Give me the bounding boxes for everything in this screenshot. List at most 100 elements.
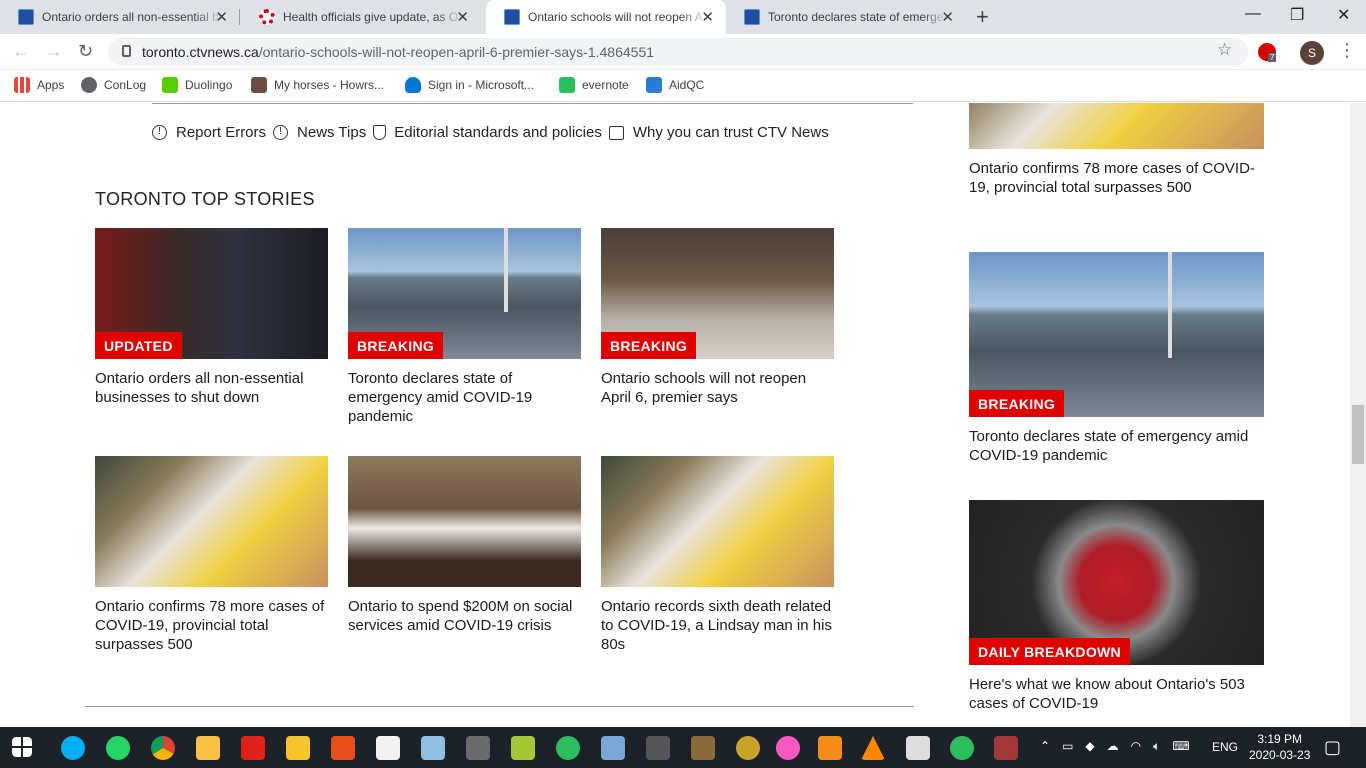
- close-icon[interactable]: ✕: [456, 8, 469, 26]
- sidebar-story[interactable]: DAILY BREAKDOWN Here's what we know abou…: [969, 500, 1264, 713]
- status-badge: BREAKING: [348, 332, 444, 359]
- bookmark-label: Sign in - Microsoft...: [428, 78, 535, 92]
- minimize-icon[interactable]: —: [1245, 5, 1261, 23]
- premier-desk-photo: [348, 456, 581, 587]
- scrollbar-thumb[interactable]: [1352, 405, 1364, 464]
- story-card[interactable]: Ontario records sixth death related to C…: [601, 456, 834, 654]
- inkscape-icon[interactable]: [646, 736, 670, 760]
- tab-2[interactable]: Ontario schools will not reopen A ✕: [486, 0, 726, 34]
- dropbox-icon[interactable]: ◆: [1085, 739, 1094, 754]
- bookmark-label: Apps: [37, 78, 65, 92]
- bookmark-duolingo[interactable]: Duolingo: [162, 77, 232, 93]
- bookmark-evernote[interactable]: evernote: [559, 77, 629, 93]
- evernote-icon[interactable]: [556, 736, 580, 760]
- clock[interactable]: 3:19 PM 2020-03-23: [1249, 731, 1310, 763]
- evernote-icon[interactable]: [950, 736, 974, 760]
- whatsapp-icon[interactable]: [106, 736, 130, 760]
- link-label: News Tips: [297, 124, 367, 141]
- tab-1[interactable]: Health officials give update, as O ✕: [241, 0, 481, 34]
- story-card[interactable]: Ontario confirms 78 more cases of COVID-…: [95, 456, 328, 654]
- bookmark-microsoft[interactable]: Sign in - Microsoft...: [405, 77, 534, 93]
- file-explorer-icon[interactable]: [196, 736, 220, 760]
- acrobat-icon[interactable]: [241, 736, 265, 760]
- toronto-skyline-photo: BREAKING: [969, 252, 1264, 417]
- ctv-news-icon: [744, 9, 760, 25]
- network-warning-icon[interactable]: ☁: [1107, 739, 1119, 754]
- keyboard-icon[interactable]: ⌨: [1172, 739, 1189, 754]
- close-icon[interactable]: ✕: [941, 8, 954, 26]
- close-window-icon[interactable]: ✕: [1337, 5, 1350, 25]
- story-card[interactable]: Ontario to spend $200M on social service…: [348, 456, 581, 635]
- apps-grid-icon: [14, 77, 30, 93]
- language-indicator[interactable]: ENG: [1212, 740, 1238, 754]
- bookmark-label: AidQC: [669, 78, 705, 92]
- footer-links: ! Report Errors ! News Tips Editorial st…: [152, 124, 836, 141]
- browser-toolbar: ← → ↻ toronto.ctvnews.ca/ontario-schools…: [0, 34, 1366, 70]
- reload-icon[interactable]: ↻: [78, 41, 93, 62]
- back-icon[interactable]: ←: [12, 41, 30, 62]
- pdf-tool-icon[interactable]: [286, 736, 310, 760]
- vlc-icon[interactable]: [861, 736, 885, 760]
- notes-icon[interactable]: [421, 736, 445, 760]
- cn-tower-shape: [1168, 252, 1172, 358]
- toronto-skyline-photo: BREAKING: [348, 228, 581, 359]
- media-icon[interactable]: [736, 736, 760, 760]
- app-icon[interactable]: [466, 736, 490, 760]
- empty-classroom-photo: BREAKING: [601, 228, 834, 359]
- new-tab-button[interactable]: +: [976, 4, 989, 30]
- chevron-up-icon[interactable]: ⌃: [1040, 739, 1050, 754]
- notification-icon[interactable]: ▢: [1324, 737, 1341, 758]
- volume-icon[interactable]: 🔈︎: [1153, 739, 1160, 754]
- bookmark-star-icon[interactable]: ☆: [1217, 40, 1232, 60]
- video-player-icon[interactable]: [818, 736, 842, 760]
- tab-0[interactable]: Ontario orders all non-essential b ✕: [0, 0, 240, 34]
- tab-separator: [239, 9, 240, 25]
- shield-check-icon: [373, 125, 387, 140]
- story-title: Toronto declares state of emergency amid…: [348, 370, 533, 425]
- wifi-icon[interactable]: ◠: [1131, 739, 1141, 754]
- sidebar-story[interactable]: Ontario confirms 78 more cases of COVID-…: [969, 103, 1264, 197]
- tab-3[interactable]: Toronto declares state of emerge ✕: [726, 0, 966, 34]
- ctv-news-icon: [18, 9, 34, 25]
- skype-icon[interactable]: [61, 736, 85, 760]
- story-card[interactable]: UPDATED Ontario orders all non-essential…: [95, 228, 328, 407]
- tab-title: Health officials give update, as O: [283, 10, 459, 24]
- close-icon[interactable]: ✕: [701, 8, 714, 26]
- access-icon[interactable]: [994, 736, 1018, 760]
- address-bar[interactable]: toronto.ctvnews.ca/ontario-schools-will-…: [108, 38, 1248, 66]
- tool-icon[interactable]: [691, 736, 715, 760]
- link-label: Report Errors: [176, 124, 267, 141]
- bookmark-conlog[interactable]: ConLog: [81, 77, 146, 93]
- report-errors-link[interactable]: ! Report Errors: [152, 124, 266, 141]
- story-title: Ontario confirms 78 more cases of COVID-…: [969, 160, 1255, 196]
- restore-icon[interactable]: ❐: [1290, 5, 1304, 25]
- bookmark-aidqc[interactable]: AidQC: [646, 77, 704, 93]
- office-icon[interactable]: [331, 736, 355, 760]
- forward-icon[interactable]: →: [45, 41, 63, 62]
- menu-icon[interactable]: ⋮: [1338, 40, 1356, 61]
- story-title: Ontario confirms 78 more cases of COVID-…: [95, 598, 325, 653]
- document-icon[interactable]: [376, 736, 400, 760]
- profile-avatar[interactable]: S: [1300, 41, 1324, 65]
- ctv-news-icon: [504, 9, 520, 25]
- bookmark-apps[interactable]: Apps: [14, 77, 64, 93]
- clock-time: 3:19 PM: [1257, 732, 1303, 746]
- test-kit-photo: [601, 456, 834, 587]
- story-card[interactable]: BREAKING Ontario schools will not reopen…: [601, 228, 834, 407]
- itunes-icon[interactable]: [776, 736, 800, 760]
- sidebar-story[interactable]: BREAKING Toronto declares state of emerg…: [969, 252, 1264, 465]
- news-tips-link[interactable]: ! News Tips: [273, 124, 366, 141]
- paint-icon[interactable]: [601, 736, 625, 760]
- spreadsheet-icon[interactable]: [511, 736, 535, 760]
- game-icon[interactable]: [906, 736, 930, 760]
- battery-icon[interactable]: ▭: [1062, 739, 1073, 754]
- chrome-icon[interactable]: [151, 736, 175, 760]
- status-badge: BREAKING: [969, 390, 1065, 417]
- editorial-standards-link[interactable]: Editorial standards and policies: [373, 124, 602, 141]
- tv-icon: [608, 125, 624, 140]
- story-card[interactable]: BREAKING Toronto declares state of emerg…: [348, 228, 581, 426]
- windows-start-icon[interactable]: [12, 737, 32, 757]
- trust-ctv-link[interactable]: Why you can trust CTV News: [608, 124, 829, 141]
- bookmark-my-horses[interactable]: My horses - Howrs...: [251, 77, 384, 93]
- close-icon[interactable]: ✕: [215, 8, 228, 26]
